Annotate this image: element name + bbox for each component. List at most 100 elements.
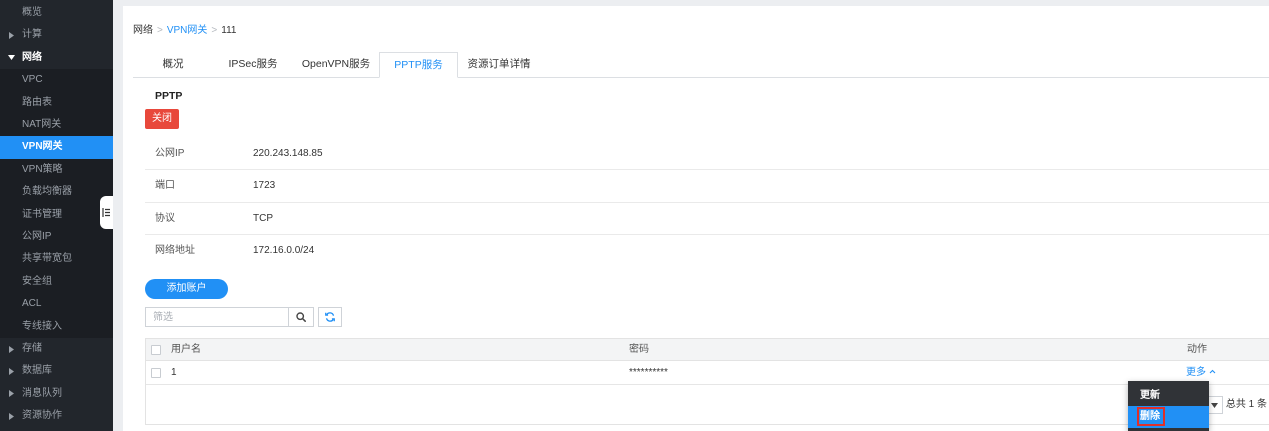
sidebar-item-label: 概览 xyxy=(22,7,42,18)
select-all-checkbox[interactable] xyxy=(151,345,161,355)
sidebar-item-label: 证书管理 xyxy=(22,208,62,220)
menu-item-update[interactable]: 更新 xyxy=(1128,386,1209,406)
tab-bar: 概况 IPSec服务 OpenVPN服务 PPTP服务 资源订单详情 xyxy=(133,52,1269,78)
breadcrumb-item-network[interactable]: 网络 xyxy=(133,25,153,36)
sidebar-item-vpc[interactable]: VPC xyxy=(0,69,113,92)
caret-right-icon xyxy=(9,390,14,398)
add-account-button[interactable]: 添加账户 xyxy=(145,279,228,299)
info-row-port: 端口 1723 xyxy=(145,170,1269,203)
tab-overview[interactable]: 概况 xyxy=(133,52,213,78)
info-row-protocol: 协议 TCP xyxy=(145,203,1269,235)
info-value: 172.16.0.0/24 xyxy=(253,244,315,256)
sidebar-item-vpn-policy[interactable]: VPN策略 xyxy=(0,158,113,182)
sidebar-group-message-queue[interactable]: 消息队列 xyxy=(0,383,113,405)
breadcrumb-separator: > xyxy=(157,25,163,36)
sidebar-item-direct-connect[interactable]: 专线接入 xyxy=(0,315,113,338)
sidebar-item-overview[interactable]: 概览 xyxy=(0,2,113,24)
sidebar-item-label: 路由表 xyxy=(22,96,52,108)
info-label: 网络地址 xyxy=(155,244,195,256)
breadcrumb-separator: > xyxy=(211,25,218,36)
sidebar-item-public-ip[interactable]: 公网IP xyxy=(0,226,113,249)
cell-password: ********** xyxy=(629,367,668,378)
breadcrumb: 网络 > VPN网关 >111 xyxy=(133,25,236,37)
sidebar-item-label: 安全组 xyxy=(22,275,52,287)
caret-right-icon xyxy=(9,412,14,420)
sidebar: 概览 计算 网络 VPC 路由表 NAT网关 VPN网关 VPN策略 负载均衡器… xyxy=(0,0,113,431)
info-label: 公网IP xyxy=(155,148,185,159)
sidebar-item-label: 网络 xyxy=(22,51,42,63)
section-title: PPTP xyxy=(155,90,183,102)
sidebar-item-security-group[interactable]: 安全组 xyxy=(0,270,113,294)
sidebar-item-label: VPN网关 xyxy=(22,141,63,153)
accounts-table: 用户名 密码 动作 1 ********** 更多 总共 1 条 xyxy=(145,338,1269,425)
cell-username: 1 xyxy=(171,367,177,378)
search-button[interactable] xyxy=(289,307,314,327)
caret-right-icon xyxy=(9,345,14,353)
table-footer: 总共 1 条 xyxy=(146,385,1269,425)
sidebar-group-network[interactable]: 网络 xyxy=(0,47,113,69)
column-header-username: 用户名 xyxy=(171,344,201,355)
sidebar-item-label: 数据库 xyxy=(22,365,52,377)
info-value: 220.243.148.85 xyxy=(253,148,323,159)
column-header-password: 密码 xyxy=(629,344,649,355)
sidebar-item-route-table[interactable]: 路由表 xyxy=(0,91,113,114)
sidebar-item-label: 计算 xyxy=(22,29,42,41)
sidebar-item-nat-gateway[interactable]: NAT网关 xyxy=(0,114,113,137)
filter-input[interactable] xyxy=(145,307,289,327)
app-root: 概览 计算 网络 VPC 路由表 NAT网关 VPN网关 VPN策略 负载均衡器… xyxy=(0,0,1269,431)
caret-right-icon xyxy=(9,368,14,376)
close-service-button[interactable]: 关闭 xyxy=(145,109,179,129)
tab-ipsec[interactable]: IPSec服务 xyxy=(213,52,293,78)
sidebar-group-resource-collaboration[interactable]: 资源协作 xyxy=(0,405,113,427)
sidebar-item-shared-bandwidth[interactable]: 共享带宽包 xyxy=(0,248,113,271)
sidebar-item-label: 存储 xyxy=(22,343,42,354)
sidebar-item-label: VPC xyxy=(22,74,43,86)
info-label: 端口 xyxy=(155,180,175,192)
breadcrumb-item-vpn-gateway[interactable]: VPN网关 xyxy=(167,25,208,36)
sidebar-item-label: 共享带宽包 xyxy=(22,253,72,265)
sidebar-item-label: 公网IP xyxy=(22,231,52,242)
sidebar-item-label: 专线接入 xyxy=(22,320,62,332)
sidebar-item-vpn-gateway[interactable]: VPN网关 xyxy=(0,136,113,159)
sidebar-group-compute[interactable]: 计算 xyxy=(0,24,113,46)
sidebar-item-label: NAT网关 xyxy=(22,119,62,130)
table-row: 1 ********** 更多 xyxy=(146,361,1269,385)
info-value: 1723 xyxy=(253,180,276,192)
row-checkbox[interactable] xyxy=(151,368,161,378)
info-value: TCP xyxy=(253,212,273,224)
breadcrumb-item-current: 111 xyxy=(221,25,237,36)
sidebar-group-database[interactable]: 数据库 xyxy=(0,360,113,382)
table-header: 用户名 密码 动作 xyxy=(146,338,1269,361)
sidebar-item-label: ACL xyxy=(22,298,42,310)
tab-pptp[interactable]: PPTP服务 xyxy=(379,52,458,78)
tab-resource-orders[interactable]: 资源订单详情 xyxy=(458,52,540,78)
sidebar-item-load-balancer[interactable]: 负载均衡器 xyxy=(0,181,113,204)
refresh-button[interactable] xyxy=(318,307,342,327)
chevron-up-icon xyxy=(1209,369,1216,374)
info-row-network-address: 网络地址 172.16.0.0/24 xyxy=(145,235,1269,267)
more-actions-label: 更多 xyxy=(1186,367,1206,378)
sidebar-collapse-icon xyxy=(102,208,110,217)
info-row-public-ip: 公网IP 220.243.148.85 xyxy=(145,138,1269,171)
sidebar-item-label: VPN策略 xyxy=(22,163,63,175)
highlight-outline xyxy=(1137,407,1165,426)
sidebar-collapse-toggle[interactable] xyxy=(100,196,113,229)
sidebar-item-label: 负载均衡器 xyxy=(22,186,72,198)
sidebar-group-storage[interactable]: 存储 xyxy=(0,338,113,360)
sidebar-item-acl[interactable]: ACL xyxy=(0,293,113,316)
sidebar-item-label: 消息队列 xyxy=(22,387,62,399)
column-header-action: 动作 xyxy=(1187,344,1207,355)
pptp-info-list: 公网IP 220.243.148.85 端口 1723 协议 TCP 网络地址 … xyxy=(145,138,1269,267)
caret-down-icon xyxy=(8,55,15,61)
pagination-total: 总共 1 条 xyxy=(1225,399,1267,410)
sidebar-item-certificates[interactable]: 证书管理 xyxy=(0,203,113,226)
tab-openvpn[interactable]: OpenVPN服务 xyxy=(293,52,379,78)
caret-right-icon xyxy=(9,32,14,40)
main-panel: 网络 > VPN网关 >111 概况 IPSec服务 OpenVPN服务 PPTP服务… xyxy=(123,6,1269,431)
search-icon xyxy=(296,312,306,322)
info-label: 协议 xyxy=(155,212,175,224)
sidebar-item-label: 资源协作 xyxy=(22,410,62,422)
menu-item-delete[interactable]: 删除 xyxy=(1128,406,1209,428)
caret-down-icon xyxy=(1211,403,1218,408)
action-menu: 更新 删除 xyxy=(1128,381,1209,431)
